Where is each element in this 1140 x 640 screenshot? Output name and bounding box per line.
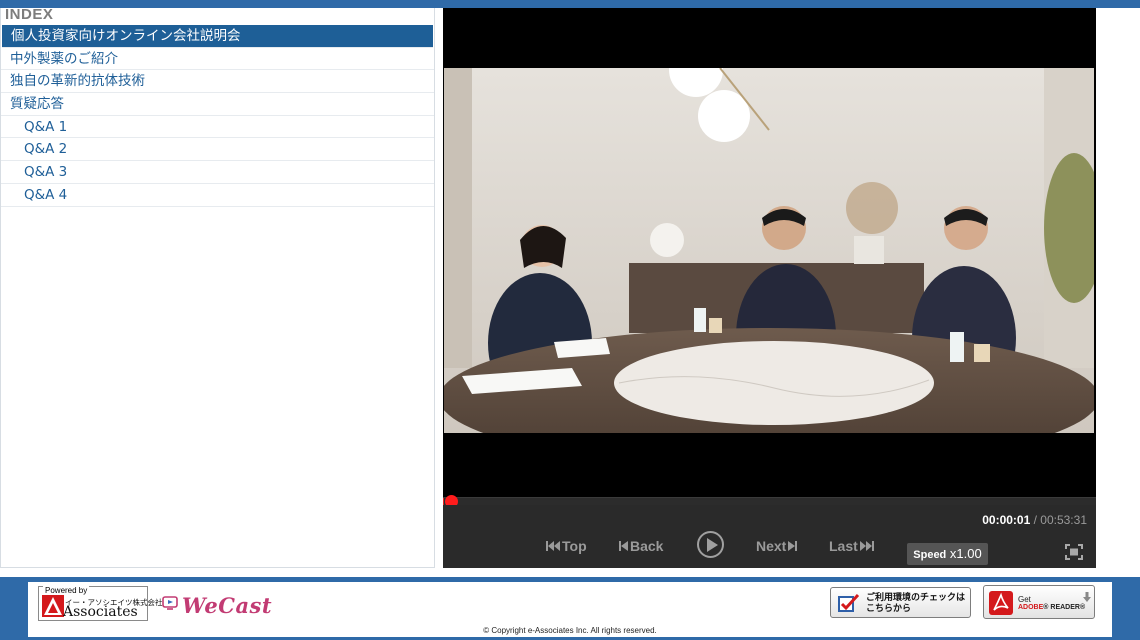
wecast-text: WeCast [182, 593, 273, 618]
back-button[interactable]: Back [619, 538, 663, 554]
skip-to-end-icon [859, 540, 874, 552]
video-player: 00:00:01 / 00:53:31 Top Back Next Last S… [443, 8, 1096, 568]
page: INDEX 個人投資家向けオンライン会社説明会 中外製薬のご紹介 独自の革新的抗… [0, 0, 1140, 640]
get-adobe-reader-button[interactable]: Get ADOBE® READER® [983, 585, 1095, 619]
adobe-reader-icon [989, 591, 1013, 620]
time-current: 00:00:01 [982, 513, 1031, 527]
speed-value: x1.00 [949, 546, 982, 561]
top-bar [0, 0, 1140, 8]
wecast-tv-icon [162, 596, 178, 615]
environment-check-label: ご利用環境のチェックは こちらから [866, 593, 966, 614]
index-list: 個人投資家向けオンライン会社説明会 中外製薬のご紹介 独自の革新的抗体技術 質疑… [1, 25, 434, 207]
last-button[interactable]: Last [829, 538, 874, 554]
speed-label: Speed [913, 549, 947, 561]
adobe-get-label: Get [1018, 595, 1031, 604]
index-item-qa-4[interactable]: Q&A 4 [1, 184, 434, 207]
index-item-qa-3[interactable]: Q&A 3 [1, 161, 434, 184]
skip-to-start-icon [546, 540, 560, 552]
index-sidebar: INDEX 個人投資家向けオンライン会社説明会 中外製薬のご紹介 独自の革新的抗… [0, 8, 435, 568]
fullscreen-button[interactable] [1065, 544, 1083, 565]
index-item-company[interactable]: 中外製薬のご紹介 [1, 48, 434, 71]
wecast-logo[interactable]: WeCast [162, 593, 272, 618]
checkbox-icon [837, 593, 861, 618]
index-item-intro[interactable]: 個人投資家向けオンライン会社説明会 [2, 25, 433, 48]
play-button[interactable] [697, 531, 724, 558]
powered-by-logo[interactable]: Powered by イー・アソシエイツ株式会社 Associates [38, 586, 163, 621]
environment-check-button[interactable]: ご利用環境のチェックは こちらから [830, 587, 971, 618]
download-arrow-icon [1083, 589, 1091, 607]
time-separator: / [1030, 513, 1041, 527]
copyright-text: © Copyright e-Associates Inc. All rights… [483, 626, 657, 635]
top-button[interactable]: Top [546, 538, 587, 554]
fullscreen-icon [1065, 544, 1083, 564]
step-forward-icon [788, 540, 798, 552]
time-total-group: / 00:53:31 [1030, 513, 1087, 527]
associates-logo-icon [42, 595, 64, 617]
adobe-reader-name: ADOBE® READER® [1018, 604, 1085, 611]
index-item-qa-2[interactable]: Q&A 2 [1, 138, 434, 162]
powered-company-name: Associates [63, 604, 138, 620]
adobe-name-a: ADOBE [1018, 604, 1044, 611]
last-label: Last [829, 538, 858, 554]
index-item-qa-1[interactable]: Q&A 1 [1, 116, 434, 139]
progress-bar[interactable] [443, 495, 1096, 508]
video-frame[interactable] [444, 68, 1094, 433]
player-controls: 00:00:01 / 00:53:31 Top Back Next Last S… [443, 505, 1096, 568]
index-item-qa-session[interactable]: 質疑応答 [1, 93, 434, 116]
index-header: INDEX [5, 8, 54, 23]
next-button[interactable]: Next [756, 538, 798, 554]
video-scene [444, 68, 1094, 433]
time-total: 00:53:31 [1040, 513, 1087, 527]
back-label: Back [630, 538, 664, 554]
speed-button[interactable]: Speed x1.00 [907, 543, 988, 565]
time-display: 00:00:01 / 00:53:31 [982, 513, 1087, 527]
adobe-name-b: ® READER® [1043, 604, 1086, 611]
top-label: Top [562, 538, 587, 554]
index-item-technology[interactable]: 独自の革新的抗体技術 [1, 70, 434, 94]
powered-by-label: Powered by [43, 586, 90, 595]
step-back-icon [619, 540, 628, 552]
footer-panel: Powered by イー・アソシエイツ株式会社 Associates WeCa… [28, 582, 1112, 637]
next-label: Next [756, 538, 787, 554]
